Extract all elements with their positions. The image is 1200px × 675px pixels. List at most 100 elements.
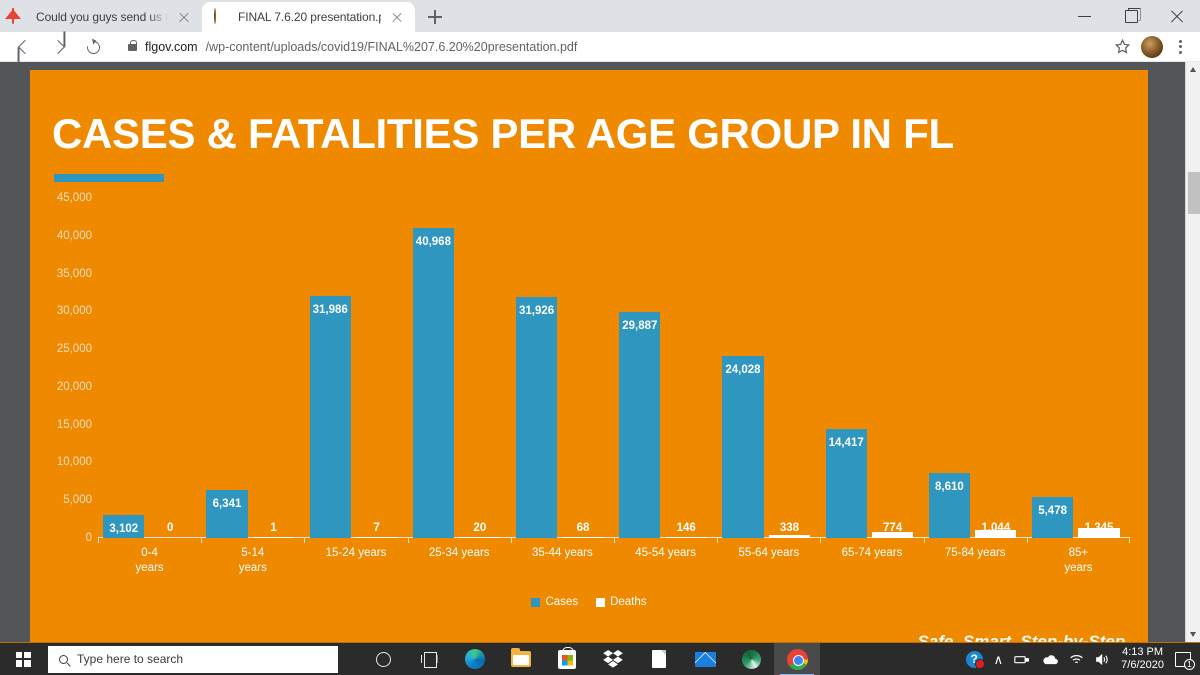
legend-item-cases[interactable]: Cases [531,596,578,608]
minimize-icon[interactable] [1062,0,1108,32]
wifi-icon[interactable] [1069,653,1084,665]
tab-gmail[interactable]: Could you guys send us the grap [0,2,202,32]
bar-deaths[interactable] [459,537,501,538]
globe-app-icon[interactable] [728,643,774,675]
mail-icon[interactable] [682,643,728,675]
y-axis-tick: 25,000 [56,343,92,356]
bar-value-label: 29,887 [622,320,658,333]
vertical-scrollbar[interactable] [1185,62,1200,642]
onedrive-icon[interactable] [1041,654,1059,665]
bar-deaths[interactable] [355,537,398,538]
bar-cases[interactable] [1031,496,1074,538]
dropbox-icon[interactable] [590,643,636,675]
bar-deaths[interactable] [768,535,811,538]
clock-time: 4:13 PM [1122,646,1164,658]
close-icon[interactable] [176,9,192,25]
windows-taskbar: Type here to search ? ∧ 4:13 PM 7/6/2020… [0,642,1200,675]
bar-group: 6,341 1 [201,198,304,543]
legend-item-deaths[interactable]: Deaths [596,596,647,608]
avatar[interactable] [1141,35,1163,58]
usb-device-icon[interactable] [1014,654,1030,665]
bar-deaths[interactable] [252,537,295,538]
bar-value-label: 774 [883,522,903,534]
legend-swatch [531,597,541,607]
bar-value-label: 338 [779,522,800,534]
new-tab-button[interactable] [421,3,449,31]
bar-group: 40,968 20 [407,198,511,543]
x-axis-labels: 0-4 years 5-14 years 15-24 years 25-34 year… [98,546,1130,590]
bar-deaths[interactable] [665,536,707,538]
bar-value-label: 7 [373,522,380,534]
microsoft-edge-icon[interactable] [452,643,498,675]
y-axis-tick: 0 [85,532,92,544]
clock-date: 7/6/2020 [1121,659,1164,671]
tab-pdf[interactable]: FINAL 7.6.20 presentation.pdf [202,2,415,32]
bookmark-star-icon[interactable] [1110,34,1136,60]
x-tick [1129,538,1130,543]
bar-cases[interactable] [412,228,455,538]
bar-value-label: 31,986 [312,304,348,317]
x-axis-tick-label: 15-24 years [325,547,387,559]
windows-start-icon[interactable] [0,643,46,675]
x-axis-tick-label: 0-4 years [135,547,164,574]
chevron-up-icon[interactable]: ∧ [994,653,1004,666]
x-tick [510,538,512,543]
tab-title: FINAL 7.6.20 presentation.pdf [238,10,381,24]
task-view-icon[interactable] [406,643,452,675]
kebab-menu-icon[interactable] [1168,34,1192,60]
bar-value-label: 6,341 [212,498,242,511]
system-tray: ? ∧ 4:13 PM 7/6/2020 1 [965,646,1200,672]
document-icon[interactable] [636,643,682,675]
bar-group: 31,986 7 [304,198,407,543]
close-icon[interactable] [1154,0,1200,32]
cortana-icon[interactable] [360,643,406,675]
speaker-icon[interactable] [1095,653,1110,666]
bar-value-label: 1 [270,522,277,534]
bar-cases[interactable] [619,312,661,538]
bar-group: 29,887 146 [614,198,717,543]
search-input[interactable]: Type here to search [48,645,338,673]
close-icon[interactable] [389,9,405,25]
scroll-down-icon[interactable] [1186,627,1200,642]
forward-arrow-icon[interactable] [45,33,73,61]
search-icon [59,654,68,664]
bar-value-label: 146 [676,522,696,534]
bar-value-label: 31,926 [519,304,555,317]
bar-group: 5,478 1,345 [1026,198,1130,543]
help-icon[interactable]: ? [965,650,985,669]
bar-value-label: 1,345 [1084,522,1114,534]
x-axis-tick-label: 55-64 years [738,547,800,559]
maximize-icon[interactable] [1108,0,1154,32]
x-axis-tick-label: 45-54 years [635,547,696,559]
bar-value-label: 14,417 [828,437,864,450]
reload-icon[interactable] [79,33,107,61]
chart-legend: Cases Deaths [30,596,1148,608]
bar-cases[interactable] [515,296,558,538]
x-axis-tick-label: 75-84 years [944,547,1006,559]
clock[interactable]: 4:13 PM 7/6/2020 [1121,646,1164,672]
notification-count: 1 [1184,658,1195,670]
scroll-up-icon[interactable] [1186,62,1200,77]
bar-group: 14,417 774 [820,198,923,543]
pdf-page: CASES & FATALITIES PER AGE GROUP IN FL 0… [30,70,1148,642]
back-arrow-icon[interactable] [11,33,39,61]
bar-value-label: 3,102 [109,522,139,535]
legend-label: Cases [545,596,579,608]
x-tick [304,538,306,543]
address-bar[interactable]: flgov.com/wp-content/uploads/covid19/FIN… [118,35,1104,59]
bar-deaths[interactable] [562,537,604,538]
notifications-icon[interactable]: 1 [1175,651,1195,670]
lock-icon [128,40,137,51]
bar-cases[interactable] [309,296,351,538]
bar-value-label: 8,610 [935,480,964,493]
bar-cases[interactable] [722,356,764,538]
bar-group: 8,610 1,044 [923,198,1027,543]
scrollbar-thumb[interactable] [1188,172,1200,214]
google-chrome-icon[interactable] [774,642,820,675]
microsoft-store-icon[interactable] [544,643,590,675]
y-axis-tick: 20,000 [56,380,92,393]
x-tick [717,538,719,543]
x-tick [407,538,409,543]
file-explorer-icon[interactable] [498,643,544,675]
y-axis-tick: 5,000 [63,494,92,507]
